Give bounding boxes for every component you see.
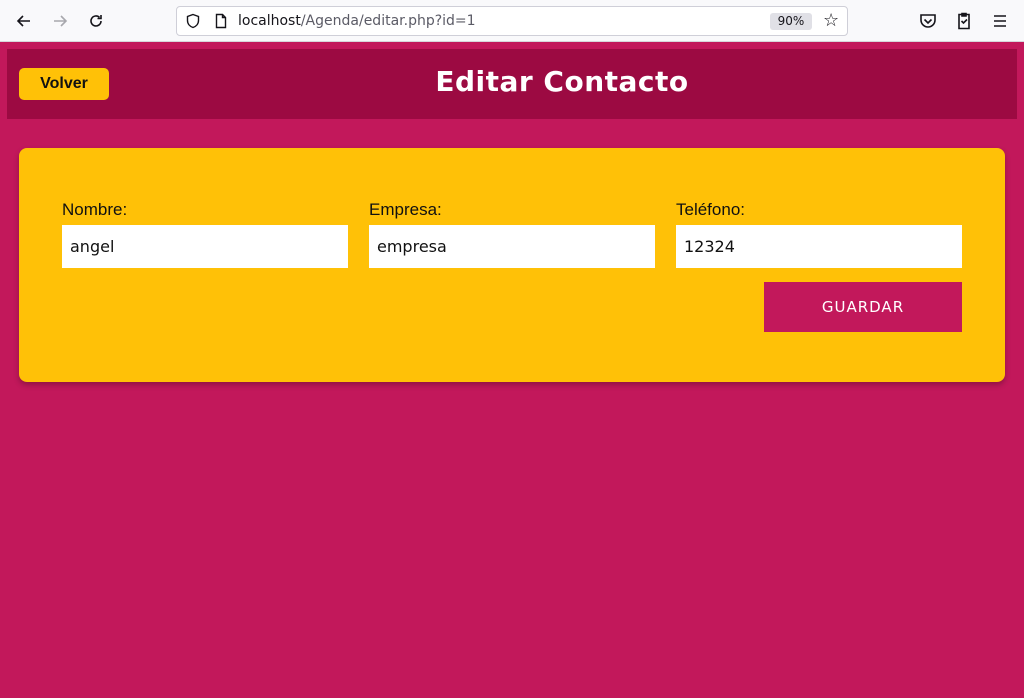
empresa-label: Empresa: bbox=[369, 200, 442, 219]
browser-toolbar: localhost/Agenda/editar.php?id=1 90% ☆ bbox=[0, 0, 1024, 42]
back-button[interactable]: Volver bbox=[19, 68, 109, 100]
page-title: Editar Contacto bbox=[435, 65, 689, 98]
shield-icon[interactable] bbox=[185, 13, 201, 29]
nombre-input[interactable] bbox=[62, 225, 348, 268]
reload-icon[interactable] bbox=[84, 10, 108, 32]
telefono-field: Teléfono: bbox=[676, 200, 962, 268]
url-text[interactable]: localhost/Agenda/editar.php?id=1 bbox=[238, 13, 476, 30]
save-button[interactable]: GUARDAR bbox=[764, 282, 962, 332]
nombre-field: Nombre: bbox=[62, 200, 348, 268]
forward-arrow-icon[interactable] bbox=[48, 10, 72, 32]
empresa-input[interactable] bbox=[369, 225, 655, 268]
pocket-icon[interactable] bbox=[918, 11, 938, 31]
edit-contact-form: Nombre: Empresa: Teléfono: GUARDAR bbox=[19, 148, 1005, 382]
telefono-label: Teléfono: bbox=[676, 200, 745, 219]
back-arrow-icon[interactable] bbox=[12, 10, 36, 32]
clipboard-icon[interactable] bbox=[954, 11, 974, 31]
nombre-label: Nombre: bbox=[62, 200, 128, 219]
page-icon bbox=[215, 13, 227, 29]
zoom-level-badge[interactable]: 90% bbox=[770, 13, 812, 30]
star-icon[interactable]: ☆ bbox=[823, 11, 841, 31]
menu-icon[interactable] bbox=[990, 11, 1010, 31]
empresa-field: Empresa: bbox=[369, 200, 655, 268]
app-header: Volver Editar Contacto bbox=[7, 49, 1017, 119]
telefono-input[interactable] bbox=[676, 225, 962, 268]
address-bar[interactable]: localhost/Agenda/editar.php?id=1 90% ☆ bbox=[176, 6, 848, 36]
